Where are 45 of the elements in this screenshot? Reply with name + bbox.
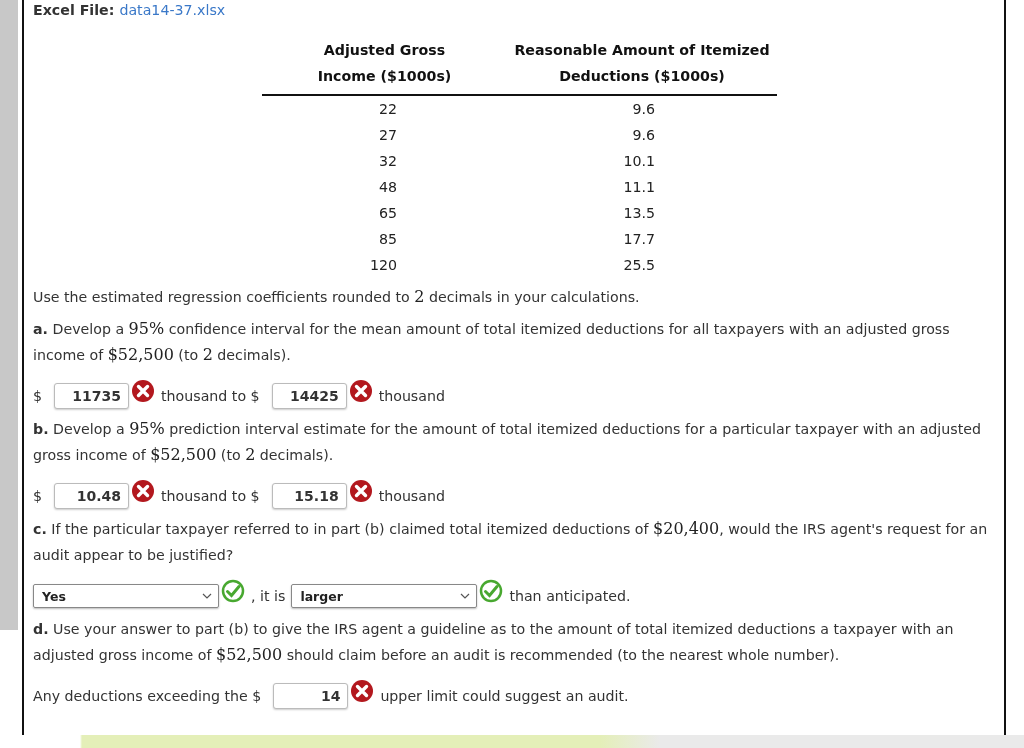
answer-text: thousand	[378, 388, 445, 404]
answer-text: thousand	[378, 488, 445, 504]
column-header: Income ($1000s)	[316, 67, 453, 86]
chevron-down-icon	[202, 593, 212, 599]
question-text: d. Use your answer to part (b) to give the IRS agent a guideline as to the amount of total itemized deductions a taxpayer with an adjusted gross income of $52,500 should claim before an audit is recommended (to the nearest whole number).	[33, 620, 955, 666]
table-cell: 25.5	[623, 257, 655, 273]
instruction-text: Use the estimated regression coefficients rounded to 2 decimals in your calculations.	[33, 286, 641, 308]
table-cell: 9.6	[632, 101, 655, 117]
table-cell: 65	[378, 205, 397, 221]
file-link[interactable]: data14-37.xlsx	[119, 0, 226, 20]
table-cell: 9.6	[632, 127, 655, 143]
answer-text: , it is	[251, 588, 286, 604]
table-cell: 11.1	[623, 179, 655, 195]
table-cell: 85	[378, 231, 397, 247]
answer-dropdown[interactable]: Yes	[33, 584, 219, 608]
table-cell: 22	[378, 101, 397, 117]
question-text: a. Develop a 95% confidence interval for the mean amount of total itemized deductions for all taxpayers with an adjusted gross income of $52,500 (to 2 decimals).	[33, 318, 951, 366]
answer-text: $	[33, 488, 43, 504]
answer-text: upper limit could suggest an audit.	[380, 688, 629, 704]
answer-text: thousand to $	[161, 488, 260, 504]
answer-text: $	[33, 388, 43, 404]
table-cell: 120	[369, 257, 397, 273]
answer-field[interactable]: 14425	[271, 383, 347, 409]
table-cell: 48	[378, 179, 397, 195]
chevron-down-icon	[460, 593, 471, 599]
answer-field[interactable]: 11735	[54, 383, 130, 409]
table-cell: 17.7	[623, 231, 655, 247]
answer-field[interactable]: 10.48	[54, 483, 130, 509]
scrollbar-thumb[interactable]	[0, 0, 18, 630]
table-cell: 10.1	[623, 153, 655, 169]
table-cell: 32	[378, 153, 397, 169]
answer-text: Any deductions exceeding the $	[33, 688, 262, 704]
question-text: b. Develop a 95% prediction interval estimate for the amount of total itemized deductions for a particular taxpayer with an adjusted gross income of $52,500 (to 2 decimals).	[33, 418, 982, 466]
column-header: Deductions ($1000s)	[558, 67, 726, 86]
table-cell: 27	[378, 127, 397, 143]
answer-text: thousand to $	[161, 388, 260, 404]
column-header: Reasonable Amount of Itemized	[513, 41, 771, 60]
answer-dropdown[interactable]: larger	[291, 584, 478, 608]
answer-field[interactable]: 15.18	[271, 483, 347, 509]
excel-file-label: Excel File:	[33, 1, 115, 20]
table-cell: 13.5	[623, 205, 655, 221]
answer-field[interactable]: 14	[273, 683, 349, 709]
answer-text: than anticipated.	[509, 588, 631, 604]
column-header: Adjusted Gross	[322, 41, 447, 60]
question-text: c. If the particular taxpayer referred to in part (b) claimed total itemized deductions of $20,400, would the IRS agent's request for an audit appear to be justified?	[33, 518, 989, 565]
